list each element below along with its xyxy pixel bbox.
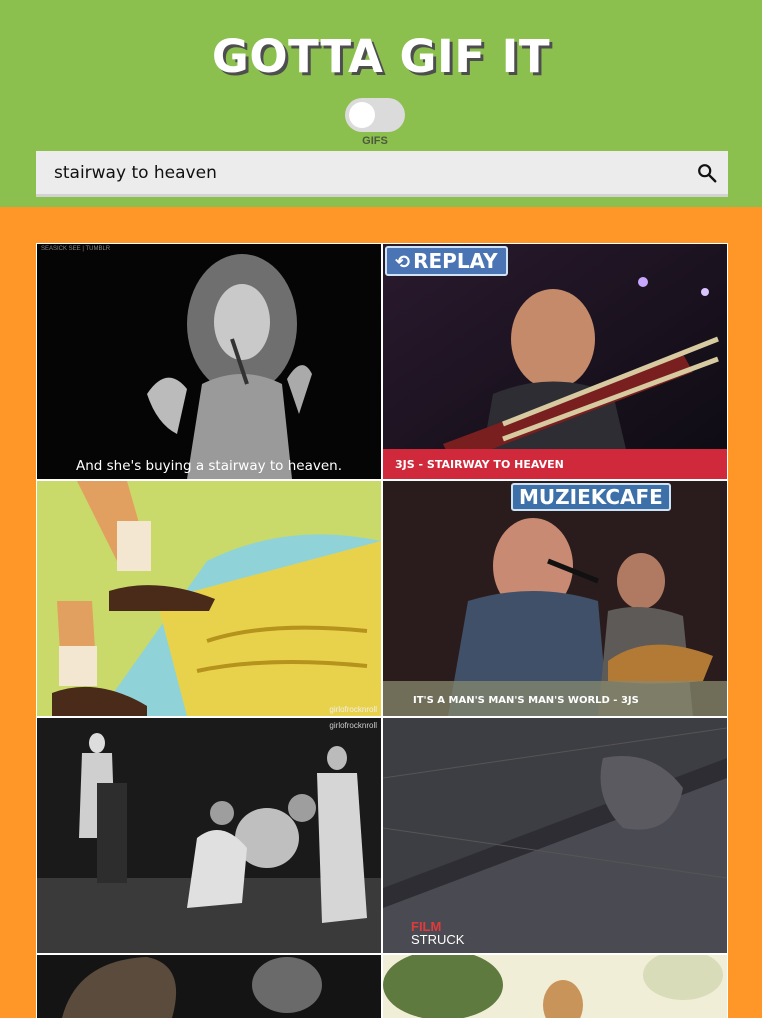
search-button[interactable]: [694, 160, 720, 186]
gif-image: [383, 955, 727, 1018]
gif-image: [37, 718, 381, 953]
gif-tile[interactable]: ⟲ REPLAY 3JS - STAIRWAY TO HEAVEN: [383, 244, 727, 479]
gif-caption: 3JS - STAIRWAY TO HEAVEN: [395, 458, 564, 471]
badge-label: REPLAY: [413, 249, 498, 273]
gif-watermark: girlofrocknroll: [329, 705, 377, 714]
app-header: GOTTA GIF IT GIFS: [0, 0, 762, 207]
gif-image: [37, 244, 381, 479]
gif-tile[interactable]: MUZIEKCAFE IT'S A MAN'S MAN'S MAN'S WORL…: [383, 481, 727, 716]
app-title: GOTTA GIF IT: [211, 30, 551, 83]
gif-watermark: SEASICK SEE | TUMBLR: [41, 246, 111, 252]
gif-image: [37, 481, 381, 716]
search-icon: [698, 164, 717, 183]
film-struck-logo: FILM STRUCK: [387, 920, 464, 947]
gif-image: [383, 481, 727, 716]
toggle-knob[interactable]: [349, 102, 375, 128]
toggle-label: GIFS: [362, 135, 388, 147]
gif-watermark: girlofrocknroll: [329, 721, 377, 730]
gif-caption: And she's buying a stairway to heaven.: [75, 458, 343, 474]
gif-image: [383, 718, 727, 953]
gif-image: [37, 955, 381, 1018]
gif-results-grid: SEASICK SEE | TUMBLR And she's buying a …: [36, 243, 728, 1018]
gif-caption: IT'S A MAN'S MAN'S MAN'S WORLD - 3JS: [413, 695, 639, 706]
gif-image: [383, 244, 727, 479]
gifs-toggle[interactable]: [345, 98, 405, 132]
channel-badge: ⟲ REPLAY: [385, 246, 508, 276]
replay-icon: ⟲: [395, 252, 411, 273]
channel-badge: MUZIEKCAFE: [511, 483, 671, 511]
search-bar: [36, 151, 728, 197]
gif-tile[interactable]: FILM STRUCK: [383, 718, 727, 953]
gif-tile[interactable]: [383, 955, 727, 1018]
gif-tile[interactable]: [37, 955, 381, 1018]
gif-tile[interactable]: SEASICK SEE | TUMBLR And she's buying a …: [37, 244, 381, 479]
logo-bottom: STRUCK: [411, 932, 465, 947]
gif-tile[interactable]: girlofrocknroll: [37, 481, 381, 716]
search-input[interactable]: [36, 151, 686, 194]
gif-tile[interactable]: girlofrocknroll: [37, 718, 381, 953]
